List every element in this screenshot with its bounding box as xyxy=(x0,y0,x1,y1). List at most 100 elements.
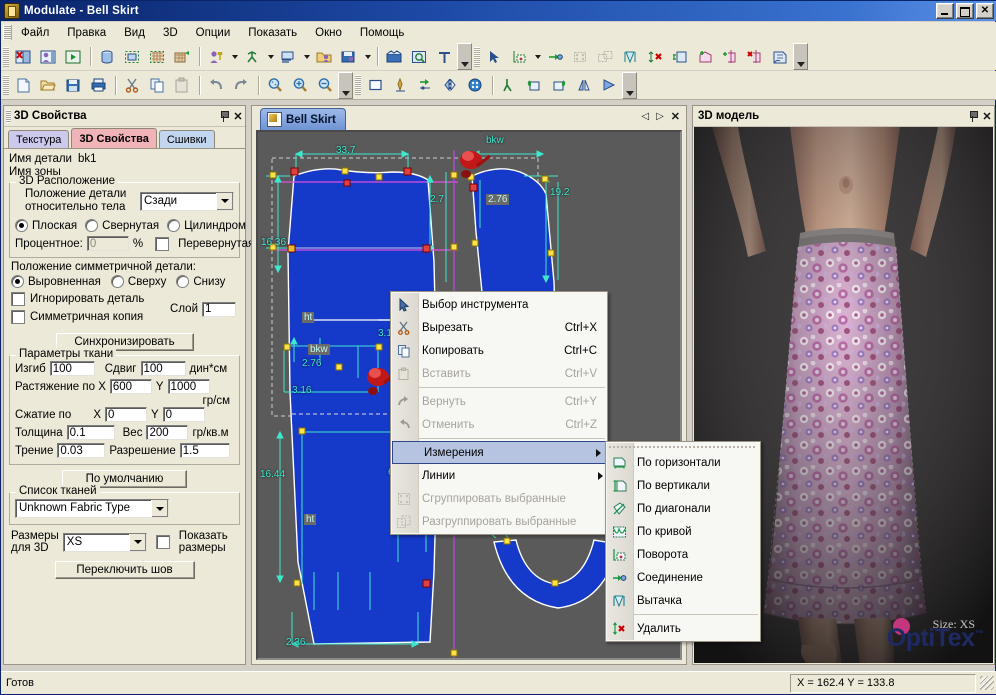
context-menu-item-copy[interactable]: Копировать Ctrl+C xyxy=(391,339,607,362)
menu-options[interactable]: Опции xyxy=(187,24,240,42)
flipped-checkbox[interactable] xyxy=(155,237,169,251)
resize-grip[interactable] xyxy=(980,676,994,690)
fabric-type-select[interactable]: Unknown Fabric Type xyxy=(15,499,169,518)
mesh-icon[interactable] xyxy=(145,45,170,69)
symmetric-aligned-radio[interactable] xyxy=(11,275,24,288)
mdi-tab-bell-skirt[interactable]: Bell Skirt xyxy=(260,108,346,130)
tab-3d-properties[interactable]: 3D Свойства xyxy=(71,128,156,148)
resolution-input[interactable] xyxy=(180,443,230,458)
flip-vertical-icon[interactable] xyxy=(597,73,622,97)
submenu-grip[interactable] xyxy=(609,443,757,450)
mirror-piece-icon[interactable] xyxy=(438,73,463,97)
pin-icon[interactable] xyxy=(966,109,980,123)
symmetric-copy-checkbox[interactable] xyxy=(11,310,25,324)
toolbar-overflow-2[interactable] xyxy=(793,43,808,70)
measure-rotation-dropdown[interactable] xyxy=(532,46,543,68)
add-piece-icon[interactable] xyxy=(668,45,693,69)
point-icon[interactable] xyxy=(413,73,438,97)
tab-seams[interactable]: Сшивки xyxy=(159,130,215,148)
rectangle-icon[interactable] xyxy=(363,73,388,97)
maximize-button[interactable] xyxy=(956,3,974,19)
walk-icon[interactable] xyxy=(497,73,522,97)
select-region-icon[interactable] xyxy=(120,45,145,69)
close-button[interactable]: ✕ xyxy=(976,3,994,19)
submenu-item-dart[interactable]: Вытачка xyxy=(606,589,760,612)
zoom-out-icon[interactable] xyxy=(313,73,338,97)
dots-circle-icon[interactable] xyxy=(463,73,488,97)
show-sizes-checkbox[interactable] xyxy=(156,535,170,549)
avatar-tools-icon[interactable] xyxy=(204,45,229,69)
position-select[interactable]: Сзади xyxy=(140,192,234,211)
shift-input[interactable] xyxy=(141,361,186,376)
pointer-icon[interactable] xyxy=(482,45,507,69)
shape-cylinder-radio[interactable] xyxy=(167,219,180,232)
undo-icon[interactable] xyxy=(204,73,229,97)
stretch-x-input[interactable] xyxy=(110,379,152,394)
toggle-seam-button[interactable]: Переключить шов xyxy=(55,561,195,579)
shape-rolled-radio[interactable] xyxy=(85,219,98,232)
menu-grip[interactable] xyxy=(3,25,12,40)
thickness-input[interactable] xyxy=(67,425,115,440)
menu-3d[interactable]: 3D xyxy=(154,24,187,42)
compress-x-input[interactable] xyxy=(105,407,147,422)
prev-icon[interactable]: ◁ xyxy=(641,111,649,122)
save-avatar-dropdown[interactable] xyxy=(362,46,373,68)
redo-icon[interactable] xyxy=(229,73,254,97)
export-piece-icon[interactable] xyxy=(768,45,793,69)
menu-window[interactable]: Окно xyxy=(306,24,351,42)
flip-horizontal-icon[interactable] xyxy=(572,73,597,97)
close-icon[interactable]: ✕ xyxy=(231,109,245,123)
text-icon[interactable] xyxy=(432,45,457,69)
close-icon[interactable]: ✕ xyxy=(980,109,994,123)
submenu-item-delete[interactable]: Удалить xyxy=(606,617,760,640)
menu-edit[interactable]: Правка xyxy=(58,24,115,42)
new-icon[interactable] xyxy=(11,73,36,97)
submenu-item-vertical[interactable]: По вертикали xyxy=(606,474,760,497)
context-menu-item-measurements[interactable]: Измерения xyxy=(392,441,606,464)
toolbar-overflow-1[interactable] xyxy=(457,43,472,70)
movie-icon[interactable] xyxy=(382,45,407,69)
print-icon[interactable] xyxy=(86,73,111,97)
menu-help[interactable]: Помощь xyxy=(351,24,413,42)
close-pattern-icon[interactable] xyxy=(11,45,36,69)
percent-input[interactable] xyxy=(87,236,129,251)
pin-icon[interactable] xyxy=(217,109,231,123)
toolbar-grip[interactable] xyxy=(3,75,9,95)
chevron-down-icon[interactable] xyxy=(129,534,146,551)
ignore-part-checkbox[interactable] xyxy=(11,292,25,306)
weight-input[interactable] xyxy=(146,425,188,440)
chevron-down-icon[interactable] xyxy=(216,193,233,210)
stretch-y-input[interactable] xyxy=(168,379,210,394)
open-avatar-folder-icon[interactable] xyxy=(312,45,337,69)
symmetric-bottom-radio[interactable] xyxy=(176,275,189,288)
pose-dropdown[interactable] xyxy=(265,46,276,68)
avatar-layer-icon[interactable] xyxy=(276,45,301,69)
render-icon[interactable] xyxy=(407,45,432,69)
measure-rotation-icon[interactable] xyxy=(507,45,532,69)
delete-notch-icon[interactable] xyxy=(743,45,768,69)
menu-file[interactable]: Файл xyxy=(12,24,58,42)
submenu-item-diagonal[interactable]: По диагонали xyxy=(606,497,760,520)
toolbar-overflow-4[interactable] xyxy=(622,72,637,99)
cylinder-icon[interactable] xyxy=(95,45,120,69)
submenu-item-horizontal[interactable]: По горизонтали xyxy=(606,451,760,474)
mesh-export-icon[interactable] xyxy=(170,45,195,69)
layer-input[interactable] xyxy=(202,302,236,317)
save-icon[interactable] xyxy=(61,73,86,97)
next-icon[interactable]: ▷ xyxy=(656,111,664,122)
chevron-down-icon[interactable] xyxy=(151,500,168,517)
panel-grip[interactable] xyxy=(6,110,11,123)
dart-icon[interactable] xyxy=(618,45,643,69)
copy-icon[interactable] xyxy=(145,73,170,97)
submenu-item-join[interactable]: Соединение xyxy=(606,566,760,589)
zoom-fit-icon[interactable] xyxy=(263,73,288,97)
measure-join-icon[interactable] xyxy=(543,45,568,69)
tab-texture[interactable]: Текстура xyxy=(8,130,69,148)
paste-icon[interactable] xyxy=(170,73,195,97)
add-notch-icon[interactable] xyxy=(718,45,743,69)
shape-flat-radio[interactable] xyxy=(15,219,28,232)
submenu-item-rotation[interactable]: Поворота xyxy=(606,543,760,566)
toolbar-grip[interactable] xyxy=(355,75,361,95)
ungroup-icon[interactable] xyxy=(593,45,618,69)
submenu-item-curve[interactable]: По кривой xyxy=(606,520,760,543)
